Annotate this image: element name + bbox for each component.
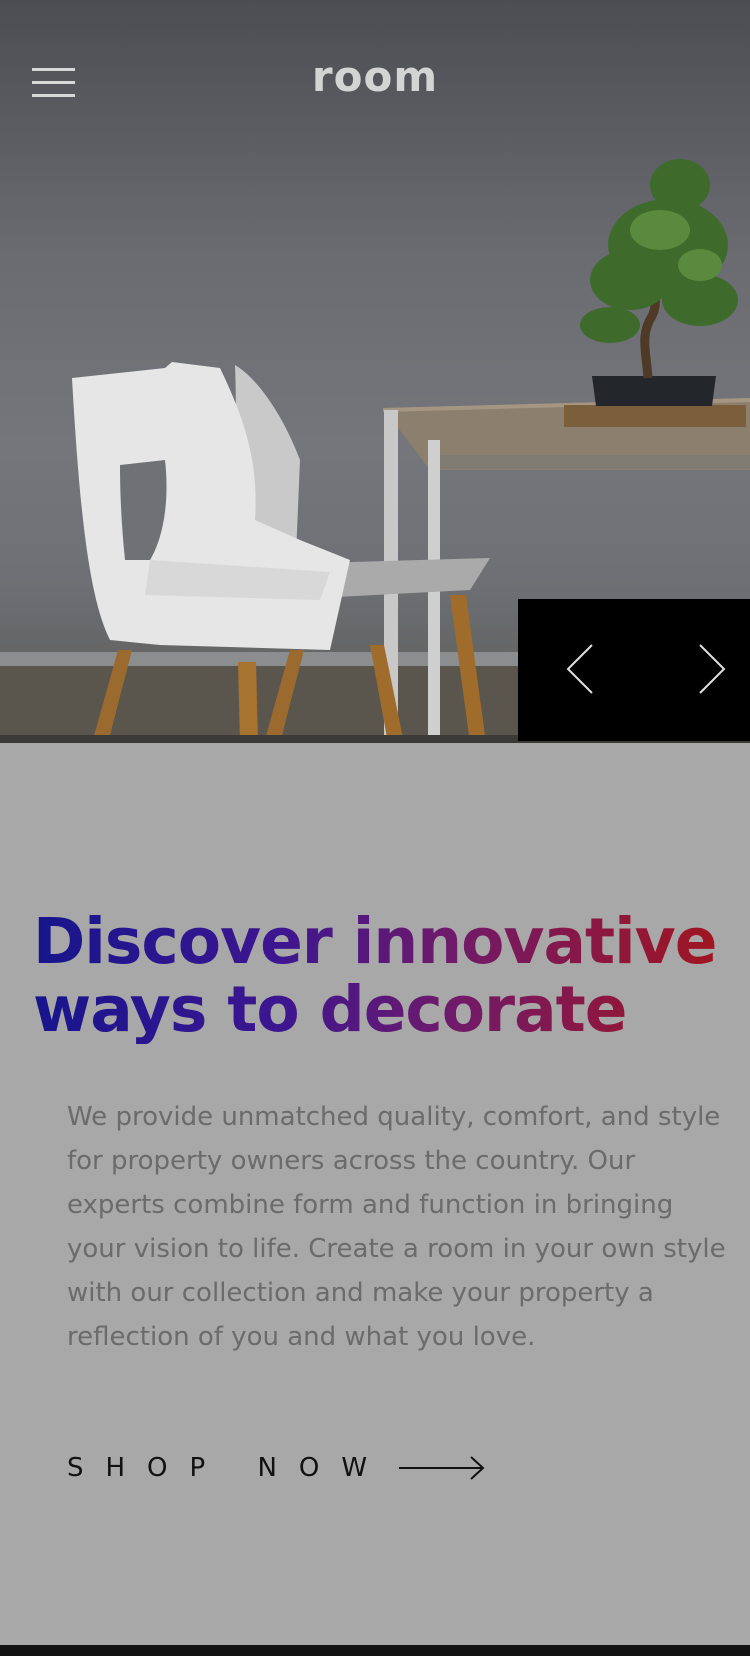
intro-section: Discover innovative ways to decorate We … bbox=[0, 743, 750, 1643]
arrow-right-icon bbox=[399, 1456, 485, 1480]
shop-now-link[interactable]: SHOP NOW bbox=[67, 1453, 485, 1483]
prev-slide-button[interactable] bbox=[562, 639, 602, 699]
slider-controls bbox=[518, 599, 750, 741]
site-logo[interactable]: room bbox=[0, 52, 750, 101]
hero-section: room bbox=[0, 0, 750, 743]
bottom-bar bbox=[0, 1645, 750, 1656]
next-slide-button[interactable] bbox=[690, 639, 730, 699]
chevron-right-icon bbox=[699, 644, 726, 694]
chevron-left-icon bbox=[566, 644, 593, 694]
headline: Discover innovative ways to decorate bbox=[33, 908, 733, 1044]
shop-now-label: SHOP NOW bbox=[67, 1453, 390, 1483]
description-text: We provide unmatched quality, comfort, a… bbox=[67, 1102, 726, 1352]
